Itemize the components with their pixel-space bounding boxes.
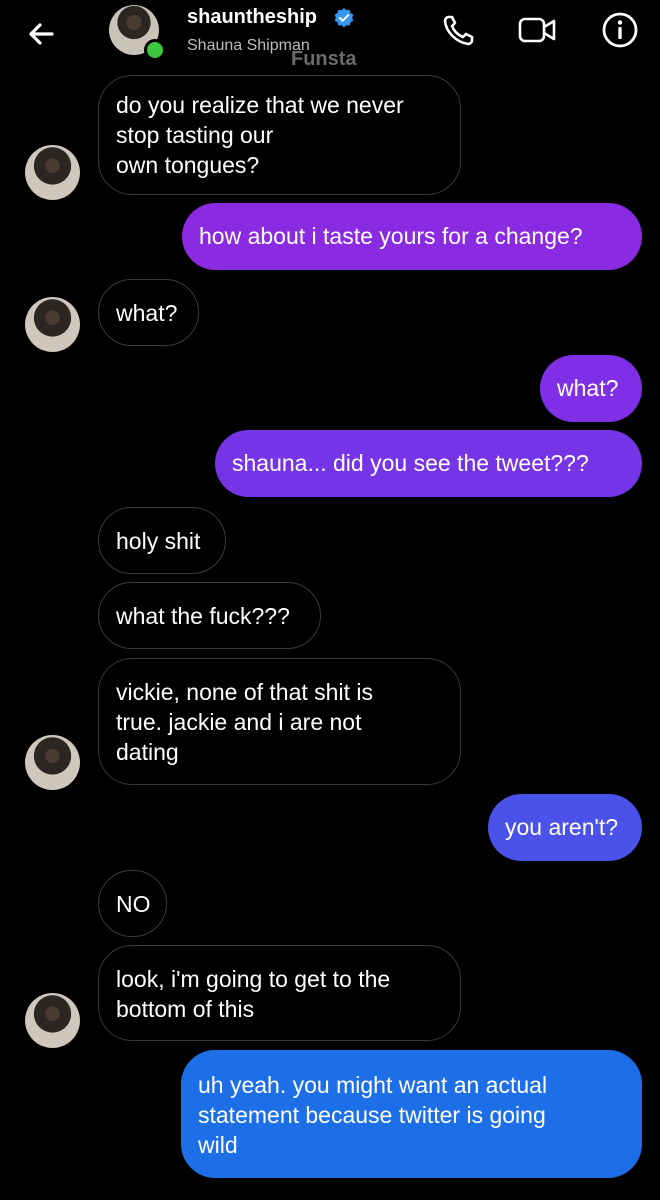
sender-avatar[interactable] — [25, 735, 80, 790]
incoming-message[interactable]: what? — [98, 279, 199, 346]
incoming-message[interactable]: do you realize that we never stop tastin… — [98, 75, 461, 195]
outgoing-message[interactable]: how about i taste yours for a change? — [182, 203, 642, 270]
phone-icon[interactable] — [439, 10, 479, 50]
outgoing-message[interactable]: what? — [540, 355, 642, 422]
back-arrow-icon[interactable] — [22, 14, 62, 54]
sender-avatar[interactable] — [25, 145, 80, 200]
username[interactable]: shauntheship — [187, 6, 317, 29]
incoming-message[interactable]: holy shit — [98, 507, 226, 574]
online-status-dot — [144, 39, 166, 61]
incoming-message[interactable]: what the fuck??? — [98, 582, 321, 649]
outgoing-message[interactable]: uh yeah. you might want an actual statem… — [181, 1050, 642, 1178]
info-icon[interactable] — [600, 10, 640, 50]
watermark-label: Funsta — [291, 48, 357, 70]
outgoing-message[interactable]: you aren't? — [488, 794, 642, 861]
verified-badge-icon — [334, 8, 354, 28]
incoming-message[interactable]: vickie, none of that shit is true. jacki… — [98, 658, 461, 785]
video-camera-icon[interactable] — [517, 10, 557, 50]
incoming-message[interactable]: NO — [98, 870, 167, 937]
sender-avatar[interactable] — [25, 993, 80, 1048]
outgoing-message[interactable]: shauna... did you see the tweet??? — [215, 430, 642, 497]
sender-avatar[interactable] — [25, 297, 80, 352]
chat-header: shauntheship Shauna Shipman Funsta — [0, 0, 660, 70]
incoming-message[interactable]: look, i'm going to get to the bottom of … — [98, 945, 461, 1041]
